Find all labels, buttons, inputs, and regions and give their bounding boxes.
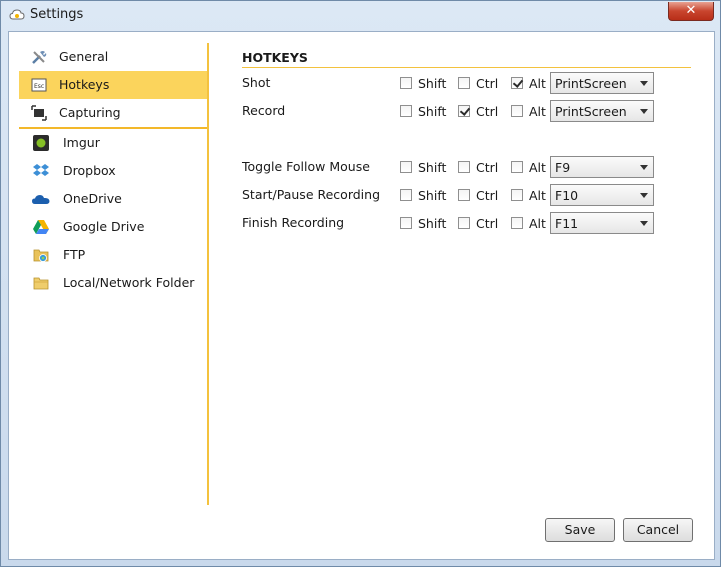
hotkey-name: Toggle Follow Mouse — [242, 159, 370, 174]
checkbox-shift[interactable] — [400, 161, 412, 173]
sidebar-item-general[interactable]: General — [19, 43, 209, 71]
sidebar-divider-vertical — [207, 43, 209, 505]
key-select[interactable]: F10 — [550, 184, 654, 206]
key-select[interactable]: F11 — [550, 212, 654, 234]
checkbox-alt[interactable] — [511, 189, 523, 201]
checkbox-shift[interactable] — [400, 217, 412, 229]
checkbox-ctrl[interactable] — [458, 161, 470, 173]
checkbox-shift[interactable] — [400, 105, 412, 117]
sidebar-item-label: Imgur — [63, 135, 100, 150]
chevron-down-icon — [640, 221, 648, 226]
sidebar-item-hotkeys[interactable]: Esc Hotkeys — [19, 71, 209, 99]
checkbox-shift[interactable] — [400, 189, 412, 201]
sidebar-item-imgur[interactable]: Imgur — [19, 129, 209, 157]
key-select[interactable]: F9 — [550, 156, 654, 178]
modifier-label: Alt — [529, 188, 546, 203]
modifier-label: Shift — [418, 104, 447, 119]
checkbox-ctrl[interactable] — [458, 189, 470, 201]
modifier-label: Shift — [418, 76, 447, 91]
hotkey-name: Shot — [242, 75, 271, 90]
tools-icon — [32, 51, 47, 64]
modifier-label: Alt — [529, 76, 546, 91]
settings-client-area: General Esc Hotkeys Capturing Imgur Drop… — [8, 31, 715, 560]
modifier-label: Ctrl — [476, 104, 499, 119]
checkbox-alt[interactable] — [511, 217, 523, 229]
chevron-down-icon — [640, 81, 648, 86]
sidebar-item-label: Local/Network Folder — [63, 275, 195, 290]
modifier-label: Shift — [418, 160, 447, 175]
modifier-label: Alt — [529, 160, 546, 175]
checkbox-alt[interactable] — [511, 77, 523, 89]
sidebar-item-capturing[interactable]: Capturing — [19, 99, 209, 127]
chevron-down-icon — [640, 193, 648, 198]
hotkey-row: Start/Pause Recording Shift Ctrl Alt F10 — [242, 184, 692, 208]
section-underline — [242, 67, 691, 68]
sidebar-item-dropbox[interactable]: Dropbox — [19, 157, 209, 185]
google-drive-icon — [33, 220, 49, 234]
cloud-icon — [9, 9, 25, 20]
sidebar-item-local-network-folder[interactable]: Local/Network Folder — [19, 269, 209, 297]
modifier-label: Ctrl — [476, 160, 499, 175]
modifier-label: Shift — [418, 188, 447, 203]
checkbox-alt[interactable] — [511, 161, 523, 173]
key-select[interactable]: PrintScreen — [550, 100, 654, 122]
key-select-value: PrintScreen — [555, 104, 627, 119]
sidebar-item-google-drive[interactable]: Google Drive — [19, 213, 209, 241]
chevron-down-icon — [640, 109, 648, 114]
sidebar-item-label: General — [59, 49, 109, 64]
hotkey-row: Finish Recording Shift Ctrl Alt F11 — [242, 212, 692, 236]
ftp-icon — [33, 249, 49, 262]
capture-icon — [31, 105, 47, 121]
cancel-button[interactable]: Cancel — [623, 518, 693, 542]
modifier-label: Shift — [418, 216, 447, 231]
checkbox-alt[interactable] — [511, 105, 523, 117]
hotkey-row: Record Shift Ctrl Alt PrintScreen — [242, 100, 692, 124]
key-select-value: F10 — [555, 188, 579, 203]
sidebar-item-label: Hotkeys — [59, 77, 110, 92]
folder-icon — [33, 277, 49, 290]
sidebar-item-label: FTP — [63, 247, 86, 262]
save-button[interactable]: Save — [545, 518, 615, 542]
sidebar-item-label: Dropbox — [63, 163, 116, 178]
modifier-label: Ctrl — [476, 188, 499, 203]
onedrive-icon — [32, 195, 50, 204]
key-select-value: F9 — [555, 160, 571, 175]
modifier-label: Ctrl — [476, 76, 499, 91]
checkbox-ctrl[interactable] — [458, 77, 470, 89]
hotkey-row: Shot Shift Ctrl Alt PrintScreen — [242, 72, 692, 96]
chevron-down-icon — [640, 165, 648, 170]
hotkey-row: Toggle Follow Mouse Shift Ctrl Alt F9 — [242, 156, 692, 180]
svg-text:Esc: Esc — [34, 83, 44, 90]
sidebar-item-label: Google Drive — [63, 219, 145, 234]
window-title: Settings — [30, 7, 84, 22]
section-title: HOTKEYS — [242, 50, 308, 65]
title-bar[interactable]: Settings ✕ — [1, 1, 720, 31]
settings-window: Settings ✕ General Esc Hotkeys Capturing… — [0, 0, 721, 567]
sidebar-item-label: OneDrive — [63, 191, 122, 206]
dropbox-icon — [33, 164, 49, 176]
key-select[interactable]: PrintScreen — [550, 72, 654, 94]
sidebar-item-onedrive[interactable]: OneDrive — [19, 185, 209, 213]
hotkey-name: Finish Recording — [242, 215, 345, 230]
modifier-label: Ctrl — [476, 216, 499, 231]
key-select-value: F11 — [555, 216, 579, 231]
sidebar-item-label: Capturing — [59, 105, 121, 120]
imgur-icon — [33, 135, 49, 151]
close-icon: ✕ — [685, 3, 697, 18]
keyboard-key-icon: Esc — [31, 78, 47, 92]
hotkey-name: Record — [242, 103, 286, 118]
modifier-label: Alt — [529, 216, 546, 231]
checkbox-ctrl[interactable] — [458, 217, 470, 229]
sidebar-item-ftp[interactable]: FTP — [19, 241, 209, 269]
key-select-value: PrintScreen — [555, 76, 627, 91]
checkbox-shift[interactable] — [400, 77, 412, 89]
hotkey-name: Start/Pause Recording — [242, 187, 381, 202]
close-button[interactable]: ✕ — [668, 2, 714, 21]
modifier-label: Alt — [529, 104, 546, 119]
checkbox-ctrl[interactable] — [458, 105, 470, 117]
